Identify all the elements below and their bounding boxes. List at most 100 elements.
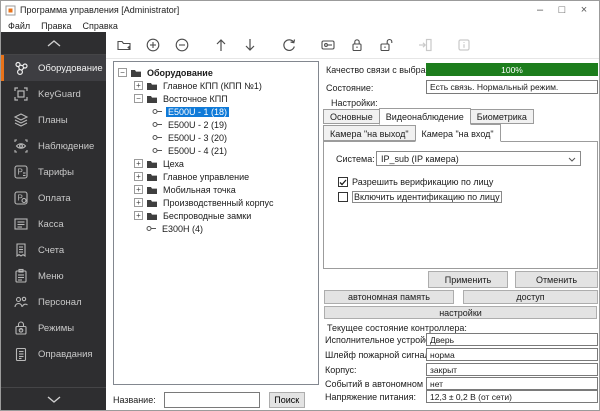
tab-main[interactable]: Основные [323,109,380,124]
identification-checkbox-label[interactable]: Включить идентификацию по лицу [352,191,502,203]
circle-minus-icon [174,37,190,53]
expand-icon[interactable]: + [134,159,143,168]
sidebar-item-cashdesk[interactable]: Касса [1,211,106,237]
sidebar-item-label: Режимы [38,323,74,334]
tree-node[interactable]: + Производственный корпус [114,196,318,209]
sidebar-scroll-up[interactable] [1,32,106,55]
tree-node[interactable]: + Главное КПП (КПП №1) [114,79,318,92]
minimize-button[interactable]: – [529,2,551,19]
add-device-button[interactable] [145,37,161,53]
expand-icon[interactable]: + [134,211,143,220]
device-icon [146,224,157,233]
search-input[interactable] [164,392,260,408]
tree-node-selected[interactable]: E500U - 1 (18) [114,105,318,118]
chevron-up-icon [47,40,61,47]
verification-checkbox-label[interactable]: Разрешить верификацию по лицу [352,177,493,187]
sidebar-item-tariffs[interactable]: P Тарифы [1,159,106,185]
tree-node[interactable]: E500U - 2 (19) [114,118,318,131]
controller-state-label: Текущее состояние контроллера: [327,323,467,333]
tree-node[interactable]: + Мобильная точка [114,183,318,196]
system-label: Система: [336,154,366,164]
folder-icon [146,94,158,104]
verification-checkbox[interactable] [338,177,348,187]
settings-tabs: Основные Видеонаблюдение Биометрика [323,109,533,125]
workspace: − Оборудование + Главное КПП (КПП №1) − … [106,59,599,410]
sidebar-item-label: Меню [38,271,64,282]
sidebar-scroll-down[interactable] [1,387,106,410]
circle-plus-icon [145,37,161,53]
sidebar-item-plans[interactable]: Планы [1,107,106,133]
unlock-button[interactable] [378,37,394,53]
sidebar-item-personnel[interactable]: Персонал [1,289,106,315]
tree-node-root[interactable]: − Оборудование [114,66,318,79]
expand-icon[interactable]: + [134,198,143,207]
tree-node[interactable]: E300H (4) [114,222,318,235]
tree-node[interactable]: E500U - 4 (21) [114,144,318,157]
keyguard-icon [13,86,29,102]
sidebar-item-label: KeyGuard [38,89,81,100]
subtab-camera-exit[interactable]: Камера "на выход" [323,125,416,141]
sidebar-item-menu[interactable]: Меню [1,263,106,289]
autonomous-memory-button[interactable]: автономная память [324,290,454,304]
add-group-button[interactable] [116,37,132,53]
exit-door-button[interactable] [417,37,433,53]
menu-edit[interactable]: Правка [41,21,71,31]
sidebar-item-monitoring[interactable]: Наблюдение [1,133,106,159]
window-title: Программа управления [Administrator] [20,5,179,15]
expand-icon[interactable]: + [134,185,143,194]
sidebar-item-equipment[interactable]: Оборудование [1,55,106,81]
add-group-icon [116,37,132,53]
tab-video[interactable]: Видеонаблюдение [379,108,471,125]
expand-icon[interactable]: + [134,81,143,90]
cancel-button[interactable]: Отменить [515,271,598,288]
field-row: Исполнительное устройство: Дверь [324,333,598,346]
sidebar-item-label: Персонал [38,297,82,308]
settings-button[interactable]: настройки [324,306,597,319]
tree-node[interactable]: + Цеха [114,157,318,170]
remove-device-button[interactable] [174,37,190,53]
svg-text:P: P [18,168,23,177]
identification-checkbox[interactable] [338,192,348,202]
verification-checkbox-row: Разрешить верификацию по лицу [338,176,493,188]
menu-help[interactable]: Справка [83,21,118,31]
payment-icon: P [13,190,29,206]
apply-button[interactable]: Применить [428,271,508,288]
lock-button[interactable] [349,37,365,53]
app-icon [5,5,16,16]
sidebar-item-excuses[interactable]: Оправдания [1,341,106,367]
close-button[interactable]: × [573,2,595,19]
identification-checkbox-row: Включить идентификацию по лицу [338,191,502,203]
expand-icon[interactable]: + [134,172,143,181]
move-down-button[interactable] [242,37,258,53]
sidebar-item-keyguard[interactable]: KeyGuard [1,81,106,107]
sidebar-item-label: Счета [38,245,64,256]
fire-loop-value: норма [426,348,598,361]
menu-bar: Файл Правка Справка [1,19,599,32]
collapse-icon[interactable]: − [118,68,127,77]
sidebar-item-accounts[interactable]: Счета [1,237,106,263]
tree-node[interactable]: + Главное управление [114,170,318,183]
reader-button[interactable] [320,37,336,53]
info-button[interactable] [456,37,472,53]
collapse-icon[interactable]: − [134,94,143,103]
tree-node[interactable]: E500U - 3 (20) [114,131,318,144]
main-area: − Оборудование + Главное КПП (КПП №1) − … [106,32,599,410]
settings-button-row: настройки [323,306,598,319]
system-select[interactable]: IP_sub (IP камера) [376,151,581,166]
lock-closed-icon [349,37,365,53]
subtab-camera-entry[interactable]: Камера "на вход" [415,124,501,142]
maximize-button[interactable]: □ [551,2,573,19]
tree-node[interactable]: + Беспроводные замки [114,209,318,222]
move-up-button[interactable] [213,37,229,53]
chevron-down-icon [47,396,61,403]
sidebar-item-payment[interactable]: P Оплата [1,185,106,211]
access-button[interactable]: доступ [463,290,598,304]
menu-file[interactable]: Файл [8,21,30,31]
tree-node[interactable]: − Восточное КПП [114,92,318,105]
chevron-down-icon [568,157,576,162]
info-icon [456,37,472,53]
tab-biometrics[interactable]: Биометрика [470,109,534,124]
refresh-button[interactable] [281,37,297,53]
sidebar-item-modes[interactable]: Режимы [1,315,106,341]
search-button[interactable]: Поиск [269,392,305,408]
